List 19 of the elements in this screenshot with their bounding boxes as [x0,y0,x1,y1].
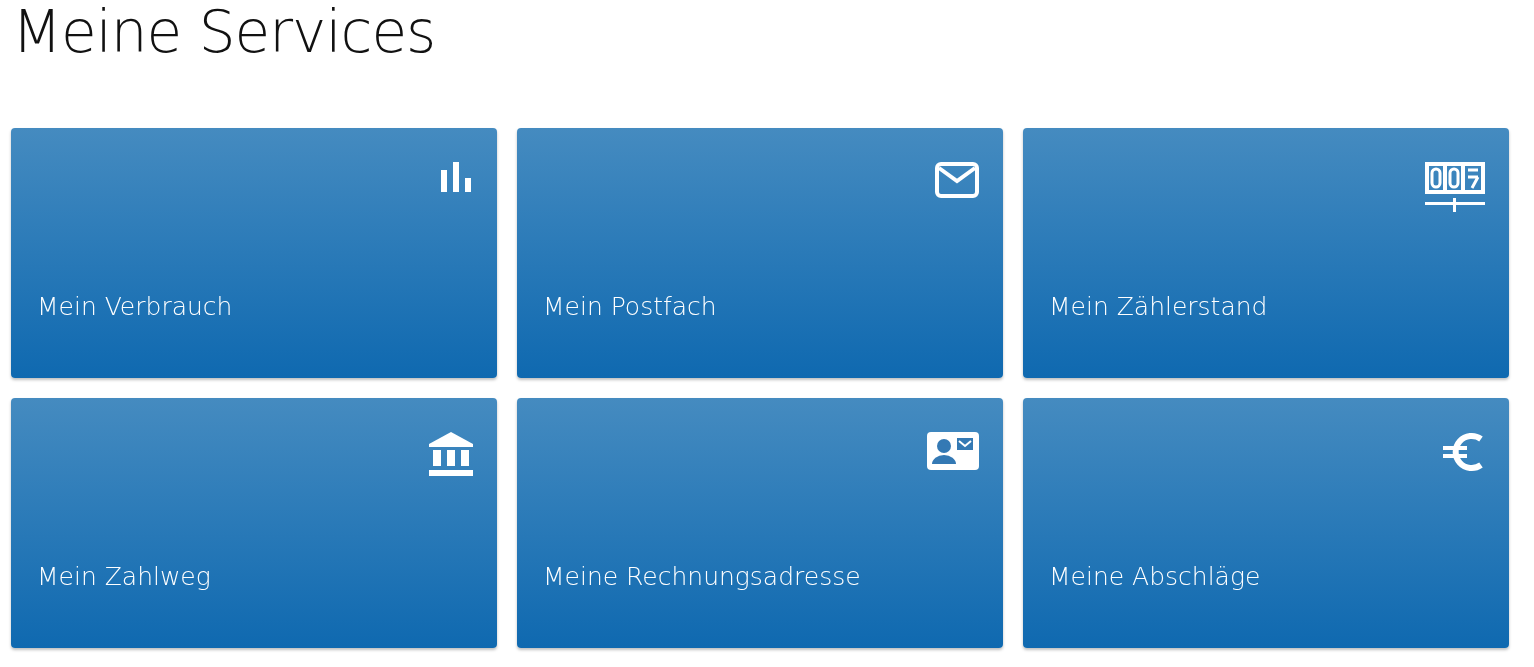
euro-icon [1443,432,1485,472]
service-tile[interactable]: Mein Zahlweg [11,398,497,648]
tile-label: Mein Zählerstand [1049,292,1269,322]
contact-card-icon [927,432,979,470]
tile-label: Meine Abschläge [1049,562,1262,592]
envelope-icon [935,162,979,198]
bank-building-icon [429,432,473,476]
meter-counter-icon [1425,162,1485,212]
service-tile[interactable]: Mein Zählerstand [1023,128,1509,378]
tile-label: Mein Zahlweg [37,562,212,592]
tile-label: Meine Rechnungsadresse [543,562,862,592]
tile-label: Mein Verbrauch [37,292,234,322]
tile-label: Mein Postfach [543,292,718,322]
bar-chart-icon [441,162,473,192]
page-title: Meine Services [11,0,436,64]
service-tile[interactable]: Meine Abschläge [1023,398,1509,648]
service-tile[interactable]: Meine Rechnungsadresse [517,398,1003,648]
service-tile[interactable]: Mein Verbrauch [11,128,497,378]
service-tile[interactable]: Mein Postfach [517,128,1003,378]
